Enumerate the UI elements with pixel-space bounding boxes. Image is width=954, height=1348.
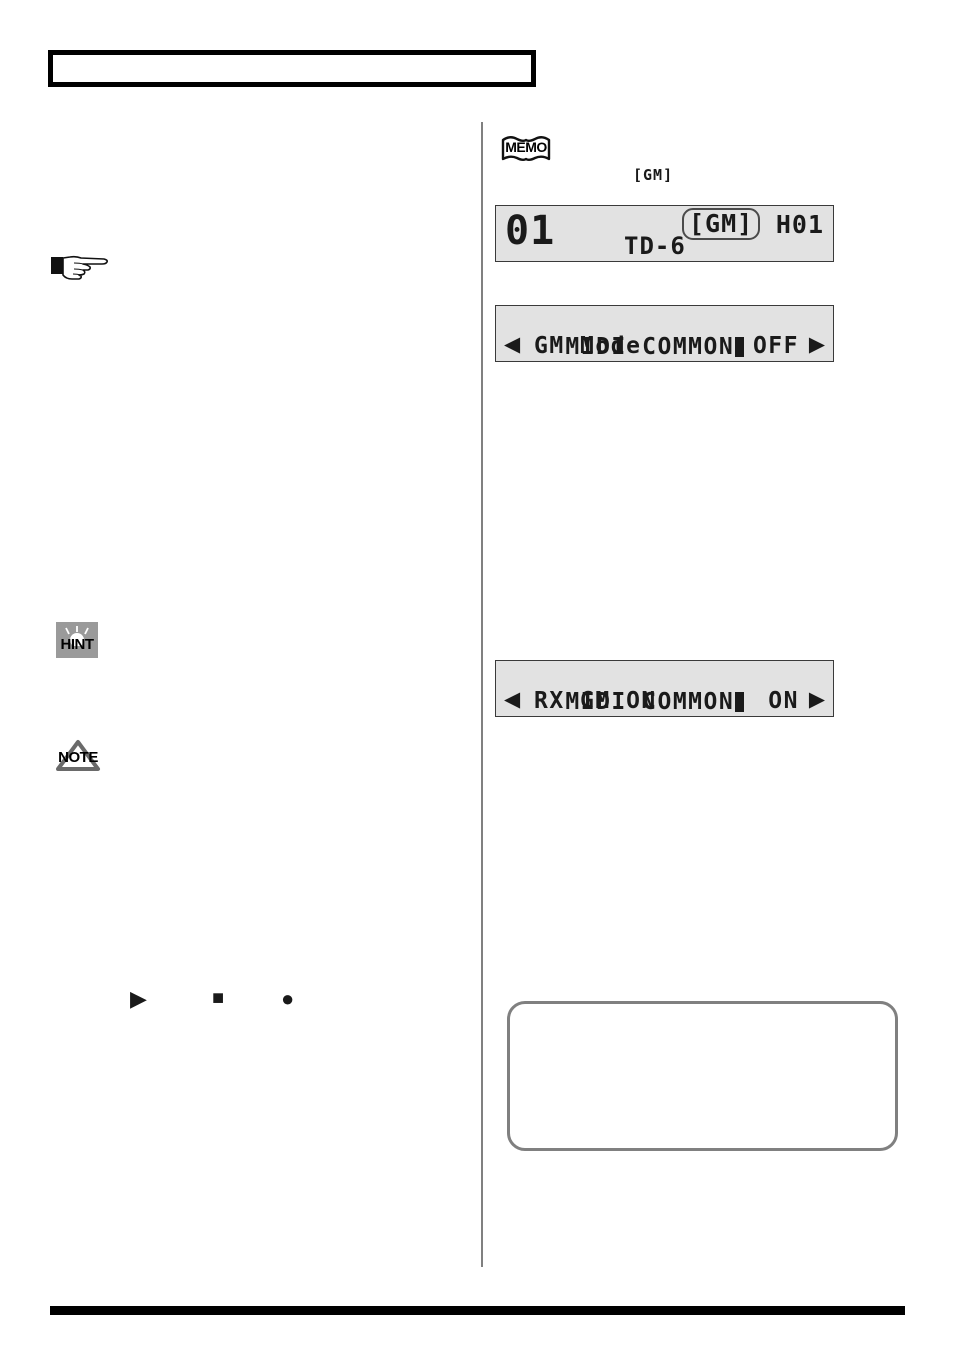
callout-box (507, 1001, 898, 1151)
record-icon: ● (281, 986, 295, 1011)
lcd-right-arrow-icon: ▶ (808, 332, 825, 356)
lcd-param-value: ON (768, 688, 799, 714)
footer-rule (50, 1306, 905, 1315)
lcd-cursor-icon (735, 692, 745, 712)
lcd-param-name: GM Mode (534, 333, 642, 359)
column-divider (481, 122, 483, 1267)
hint-icon: HINT (56, 622, 98, 658)
lcd-gm-tag: [GM] (682, 208, 761, 240)
lcd-kit-name: TD-6 (624, 232, 686, 260)
lcd-param-value: OFF (752, 333, 799, 359)
play-icon: ▶ (130, 986, 147, 1011)
lcd-left-arrow-icon: ◀ (504, 332, 521, 356)
lcd-kit-screen: 01 TD-6 [GM] H01 (495, 205, 834, 262)
lcd-left-arrow-icon: ◀ (504, 687, 521, 711)
memo-label: MEMO (505, 139, 547, 155)
note-icon: NOTE (52, 738, 104, 774)
lcd-rx-gm-on-screen: MIDI COMMON ◀ RX GM ON ON ▶ (495, 660, 834, 717)
lcd-param-name: RX GM ON (534, 688, 657, 714)
lcd-kit-number: 01 (505, 208, 556, 254)
lcd-kit-right-value: H01 (775, 210, 824, 239)
stop-icon: ■ (212, 987, 225, 1009)
lcd-cursor-icon (735, 337, 745, 357)
pointing-hand-icon (50, 250, 110, 282)
lcd-gm-mode-screen: MIDI COMMON ◀ GM Mode OFF ▶ (495, 305, 834, 362)
memo-icon: MEMO (500, 134, 552, 164)
hint-label: HINT (60, 636, 95, 653)
note-label: NOTE (58, 749, 98, 766)
gm-caption: [GM] (633, 166, 674, 184)
page-header-box (48, 50, 536, 87)
lcd-right-arrow-icon: ▶ (808, 687, 825, 711)
